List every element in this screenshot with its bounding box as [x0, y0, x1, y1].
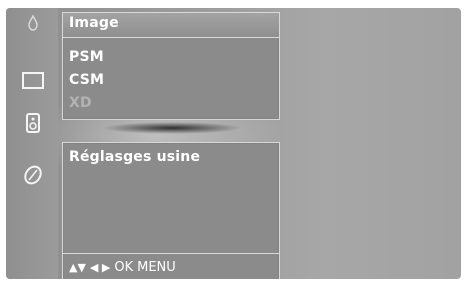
navigation-hint: ▲▼ ◀ ▶ OK MENU: [69, 259, 176, 277]
image-menu-title: Image: [69, 15, 119, 31]
image-menu-panel: Image PSM CSM XD: [62, 12, 280, 120]
ok-label: OK: [114, 260, 134, 275]
image-menu-title-bar: Image: [63, 13, 279, 38]
menu-item-csm[interactable]: CSM: [69, 72, 104, 88]
up-down-arrows-icon: ▲▼: [69, 261, 86, 274]
menu-label: MENU: [137, 260, 176, 275]
screen-icon[interactable]: [20, 70, 46, 92]
option-icon[interactable]: [20, 164, 46, 186]
panel-shadow: [102, 122, 242, 134]
tv-frame: Image PSM CSM XD Réglasges usine ▲▼ ◀ ▶ …: [0, 0, 467, 286]
left-right-arrows-icon: ◀ ▶: [89, 261, 111, 274]
menu-icon-strip: [6, 8, 58, 279]
menu-item-xd: XD: [69, 95, 92, 111]
menu-item-psm[interactable]: PSM: [69, 49, 104, 65]
sound-icon[interactable]: [20, 112, 46, 134]
factory-reset-item[interactable]: Réglasges usine: [69, 149, 200, 165]
submenu-divider: [63, 253, 279, 254]
tv-screen: Image PSM CSM XD Réglasges usine ▲▼ ◀ ▶ …: [6, 8, 461, 279]
submenu-panel: Réglasges usine ▲▼ ◀ ▶ OK MENU: [62, 142, 280, 279]
picture-icon[interactable]: [20, 14, 46, 36]
